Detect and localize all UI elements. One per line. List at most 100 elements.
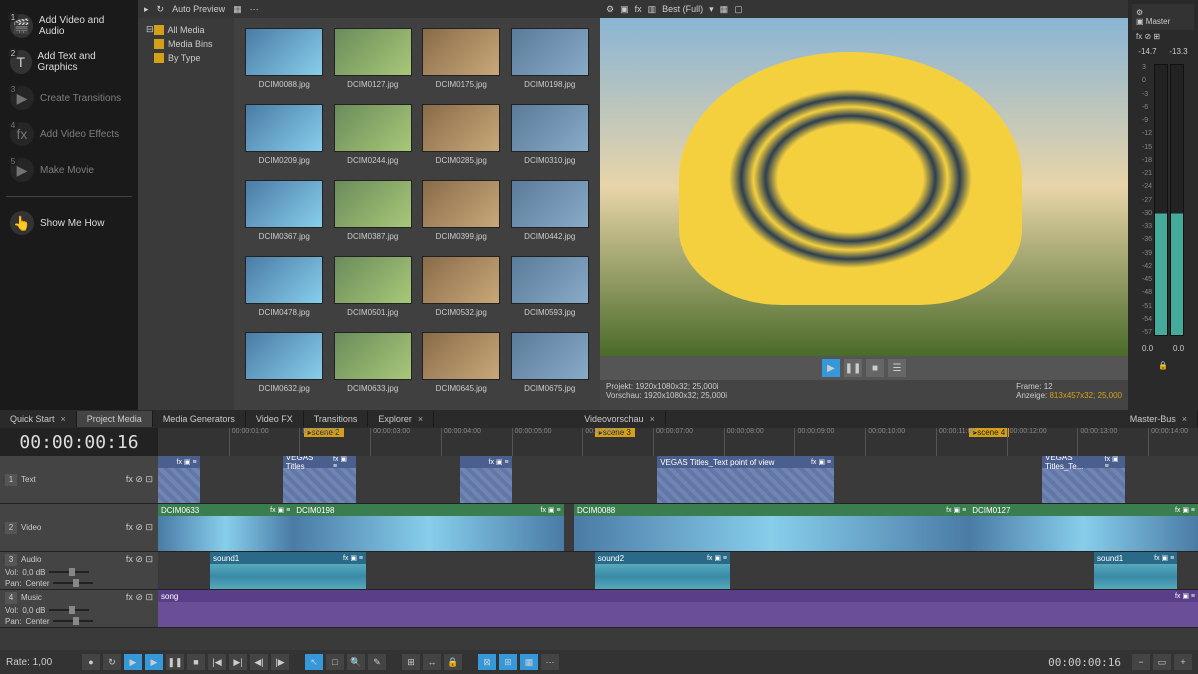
tab-quick-start[interactable]: Quick Start× [0,411,77,427]
track-controls[interactable]: fx ⊘ ⊡ [126,522,153,533]
clip-tools[interactable]: fx ▣ ≡ [707,554,727,562]
gear-icon[interactable]: ⚙ [1136,8,1143,17]
auto-crossfade-button[interactable]: ⊞ [499,654,517,670]
clip-tools[interactable]: fx ▣ ≡ [1175,592,1195,600]
track-controls[interactable]: fx ⊘ ⊡ [126,554,153,565]
tree-item-2[interactable]: By Type [142,51,230,65]
lock-icon[interactable]: 🔒 [1158,361,1168,370]
more-icon[interactable]: ⋯ [250,4,259,15]
clip[interactable]: sound2fx ▣ ≡ [595,552,730,589]
snap-button[interactable]: ⊞ [402,654,420,670]
menu-button[interactable]: ☰ [888,359,906,377]
tab-transitions[interactable]: Transitions [304,411,369,427]
qs-item-1[interactable]: 2TAdd Text and Graphics [6,44,132,80]
clip-tools[interactable]: fx ▣ ≡ [1175,506,1195,514]
grid-icon[interactable]: ▦ [720,4,729,15]
track-header[interactable]: 4 Music fx ⊘ ⊡ Vol: 0,0 dB Pan: Center [0,590,158,627]
media-thumb[interactable]: DCIM0127.jpg [333,28,414,96]
zoom-out-button[interactable]: − [1132,654,1150,670]
media-thumb[interactable]: DCIM0501.jpg [333,256,414,324]
media-thumb[interactable]: DCIM0244.jpg [333,104,414,172]
show-me-how[interactable]: 👆 Show Me How [6,205,132,241]
clip[interactable]: DCIM0088fx ▣ ≡ [574,504,969,551]
tab-explorer[interactable]: Explorer× [368,411,434,427]
vol-slider[interactable] [49,571,89,573]
tab-videovorschau[interactable]: Videovorschau× [574,411,666,427]
pan-slider[interactable] [53,620,93,622]
go-end-button[interactable]: ▶| [229,654,247,670]
track-controls[interactable]: fx ⊘ ⊡ [126,592,153,603]
more-tools-button[interactable]: ⋯ [541,654,559,670]
clip-tools[interactable]: fx ▣ ≡ [489,458,509,466]
tree-item-0[interactable]: ⊟ All Media [142,22,230,37]
close-icon[interactable]: × [1182,414,1187,424]
zoom-tool-button[interactable]: 🔍 [347,654,365,670]
track-header[interactable]: 2 Video fx ⊘ ⊡ [0,504,158,551]
prev-frame-button[interactable]: ◀| [250,654,268,670]
tree-item-1[interactable]: Media Bins [142,37,230,51]
media-thumb[interactable]: DCIM0198.jpg [510,28,591,96]
tree-toggle-icon[interactable]: ▸ [144,4,149,15]
media-thumb[interactable]: DCIM0367.jpg [244,180,325,248]
tab-master-bus[interactable]: Master-Bus× [1120,411,1198,427]
media-thumb[interactable]: DCIM0632.jpg [244,332,325,400]
close-icon[interactable]: × [418,414,423,424]
track-header[interactable]: 1 Text fx ⊘ ⊡ [0,456,158,503]
zoom-fit-button[interactable]: ▭ [1153,654,1171,670]
auto-preview-toggle[interactable]: Auto Preview [172,4,225,14]
pan-slider[interactable] [53,582,93,584]
clip[interactable]: DCIM0198fx ▣ ≡ [293,504,563,551]
clip[interactable]: sound1fx ▣ ≡ [1094,552,1177,589]
clip-tools[interactable]: fx ▣ ≡ [1105,456,1123,470]
gear-icon[interactable]: ⚙ [606,4,614,15]
clip-tools[interactable]: fx ▣ ≡ [1154,554,1174,562]
clip[interactable]: songfx ▣ ≡ [158,590,1198,627]
track-content[interactable]: songfx ▣ ≡ [158,590,1198,627]
clip-tools[interactable]: fx ▣ ≡ [270,506,290,514]
media-thumb[interactable]: DCIM0399.jpg [421,180,502,248]
chevron-down-icon[interactable]: ▾ [709,4,714,15]
media-thumb[interactable]: DCIM0088.jpg [244,28,325,96]
play-from-start-button[interactable]: ▶ [124,654,142,670]
media-thumb[interactable]: DCIM0675.jpg [510,332,591,400]
clip-tools[interactable]: fx ▣ ≡ [946,506,966,514]
preview-video[interactable] [600,18,1128,356]
split-icon[interactable]: ▥ [648,4,657,15]
media-thumb[interactable]: DCIM0310.jpg [510,104,591,172]
record-button[interactable]: ● [82,654,100,670]
clip[interactable]: fx ▣ ≡ [460,456,512,503]
clip-tools[interactable]: fx ▣ ≡ [811,458,831,466]
monitor-icon[interactable]: ▣ [620,4,629,15]
zoom-in-button[interactable]: + [1174,654,1192,670]
selection-tool-button[interactable]: □ [326,654,344,670]
media-thumb[interactable]: DCIM0532.jpg [421,256,502,324]
crossfade-button[interactable]: ⊠ [478,654,496,670]
media-thumb[interactable]: DCIM0593.jpg [510,256,591,324]
media-thumb[interactable]: DCIM0209.jpg [244,104,325,172]
close-icon[interactable]: × [650,414,655,424]
qs-item-0[interactable]: 1🎬Add Video and Audio [6,8,132,44]
overlay-icon[interactable]: ▢ [734,4,743,15]
clip-tools[interactable]: fx ▣ ≡ [177,458,197,466]
track-controls[interactable]: fx ⊘ ⊡ [126,474,153,485]
pause-button[interactable]: ❚❚ [166,654,184,670]
media-thumb[interactable]: DCIM0285.jpg [421,104,502,172]
tab-project-media[interactable]: Project Media [77,411,153,427]
media-thumb[interactable]: DCIM0633.jpg [333,332,414,400]
close-icon[interactable]: × [61,414,66,424]
tab-video-fx[interactable]: Video FX [246,411,304,427]
track-content[interactable]: DCIM0633fx ▣ ≡DCIM0198fx ▣ ≡DCIM0088fx ▣… [158,504,1198,551]
media-thumb[interactable]: DCIM0442.jpg [510,180,591,248]
vol-slider[interactable] [49,609,89,611]
quantize-button[interactable]: ▦ [520,654,538,670]
clip[interactable]: VEGAS Titles_Te...fx ▣ ≡ [1042,456,1125,503]
stop-button[interactable]: ■ [866,359,884,377]
clip[interactable]: VEGAS Titles_Text point of viewfx ▣ ≡ [657,456,834,503]
pause-button[interactable]: ❚❚ [844,359,862,377]
timeline-ruler[interactable]: ▸scene 2▸scene 3▸scene 4 00:00:01:0000:0… [158,428,1198,456]
play-button[interactable]: ▶ [145,654,163,670]
media-thumb[interactable]: DCIM0175.jpg [421,28,502,96]
normal-edit-button[interactable]: ↖ [305,654,323,670]
media-thumb[interactable]: DCIM0478.jpg [244,256,325,324]
grid-view-icon[interactable]: ▦ [233,4,242,15]
